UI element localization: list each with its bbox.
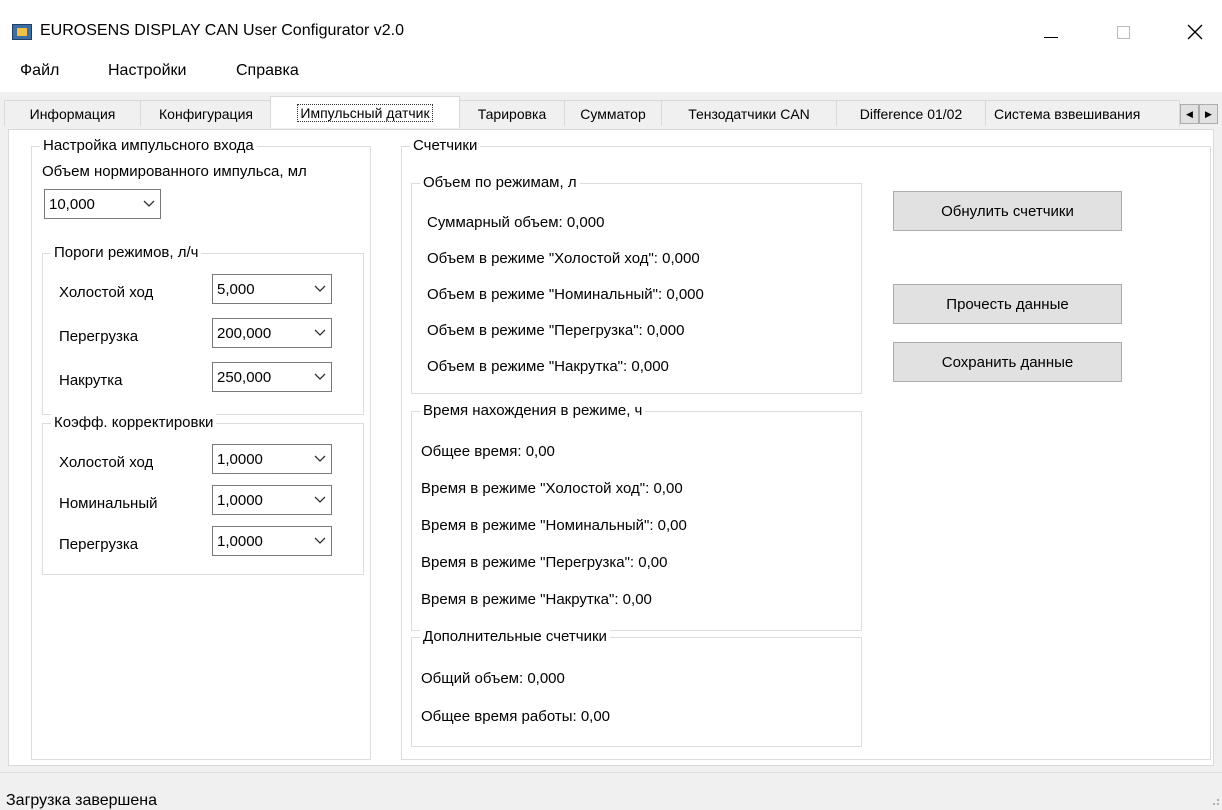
menu-settings[interactable]: Настройки [102,62,192,80]
tab-info[interactable]: Информация [4,100,141,126]
volume-group: Объем по режимам, л Суммарный объем: 0,0… [411,174,862,394]
time-line: Общее время: 0,00 [421,443,555,460]
minimize-button[interactable] [1028,12,1074,52]
group-legend: Настройка импульсного входа [40,137,257,154]
resize-grip-icon[interactable] [1208,794,1220,806]
tab-summator[interactable]: Сумматор [564,100,662,126]
group-legend: Коэфф. корректировки [51,414,217,431]
volume-line: Объем в режиме "Перегрузка": 0,000 [427,322,685,339]
combo-value: 1,0000 [217,491,263,509]
volume-line: Объем в режиме "Накрутка": 0,000 [427,358,669,375]
tab-configuration[interactable]: Конфигурация [140,100,272,126]
correction-label: Перегрузка [59,536,139,553]
volume-line: Объем в режиме "Номинальный": 0,000 [427,286,704,303]
correction-idle-combo[interactable]: 1,0000 [212,444,332,474]
chevron-down-icon [138,190,160,218]
extra-line: Общее время работы: 0,00 [421,708,611,725]
time-group: Время нахождения в режиме, ч Общее время… [411,402,862,631]
combo-value: 5,000 [217,280,255,298]
threshold-label: Накрутка [59,372,123,389]
tab-strip: Информация Конфигурация Импульсный датчи… [0,96,1222,130]
norm-volume-label: Объем нормированного импульса, мл [42,163,307,180]
combo-value: 250,000 [217,368,272,386]
tab-label: Информация [29,105,116,122]
correction-label: Холостой ход [59,454,154,471]
tab-label: Система взвешивания [994,105,1141,122]
tab-label: Тарировка [477,105,547,122]
combo-value: 10,000 [49,195,95,213]
tab-strain-gauges-can[interactable]: Тензодатчики CAN [661,100,837,126]
threshold-label: Перегрузка [59,328,139,345]
chevron-down-icon [309,486,331,514]
extra-line: Общий объем: 0,000 [421,670,565,687]
chevron-down-icon [309,527,331,555]
combo-value: 1,0000 [217,450,263,468]
thresholds-group: Пороги режимов, л/ч Холостой ход 5,000 П… [42,244,364,415]
tab-scroll-left-button[interactable]: ◀ [1180,104,1199,124]
time-line: Время в режиме "Перегрузка": 0,00 [421,554,668,571]
combo-value: 200,000 [217,324,272,342]
tab-weighing-system[interactable]: Система взвешивания [985,100,1180,126]
title-bar: EUROSENS DISPLAY CAN User Configurator v… [0,0,1222,56]
app-icon [12,24,32,40]
volume-line: Суммарный объем: 0,000 [427,214,605,231]
norm-volume-combo[interactable]: 10,000 [44,189,161,219]
maximize-icon [1116,25,1130,39]
correction-group: Коэфф. корректировки Холостой ход 1,0000… [42,414,364,575]
chevron-down-icon [309,445,331,473]
menu-bar: Файл Настройки Справка [0,56,1222,92]
combo-value: 1,0000 [217,532,263,550]
group-legend: Время нахождения в режиме, ч [420,402,646,419]
tab-scroll-arrows: ◀ ▶ [1180,104,1218,124]
chevron-down-icon [309,363,331,391]
close-button[interactable] [1172,12,1218,52]
tab-label: Импульсный датчик [297,103,433,122]
reset-counters-button[interactable]: Обнулить счетчики [893,191,1122,231]
group-legend: Пороги режимов, л/ч [51,244,202,261]
close-icon [1187,24,1203,40]
tab-label: Сумматор [580,105,646,122]
window-title: EUROSENS DISPLAY CAN User Configurator v… [40,22,404,39]
correction-nominal-combo[interactable]: 1,0000 [212,485,332,515]
tab-difference[interactable]: Difference 01/02 [836,100,986,126]
status-bar: Загрузка завершена [0,772,1222,809]
maximize-button[interactable] [1100,12,1146,52]
tab-pulse-sensor[interactable]: Импульсный датчик [270,96,460,128]
correction-overload-combo[interactable]: 1,0000 [212,526,332,556]
status-text: Загрузка завершена [6,792,157,809]
tab-label: Тензодатчики CAN [688,105,810,122]
tab-panel: Настройка импульсного входа Объем нормир… [8,129,1214,766]
tab-calibration[interactable]: Тарировка [459,100,565,126]
read-data-button[interactable]: Прочесть данные [893,284,1122,324]
group-legend: Счетчики [410,137,481,154]
tab-scroll-right-button[interactable]: ▶ [1199,104,1218,124]
arrow-left-icon: ◀ [1186,108,1193,119]
threshold-overload-combo[interactable]: 200,000 [212,318,332,348]
group-legend: Объем по режимам, л [420,174,580,191]
tab-label: Difference 01/02 [859,105,963,122]
pulse-input-group: Настройка импульсного входа Объем нормир… [31,137,371,760]
save-data-button[interactable]: Сохранить данные [893,342,1122,382]
tab-label: Конфигурация [159,105,253,122]
chevron-down-icon [309,319,331,347]
extra-counters-group: Дополнительные счетчики Общий объем: 0,0… [411,628,862,747]
arrow-right-icon: ▶ [1205,108,1212,119]
time-line: Время в режиме "Холостой ход": 0,00 [421,480,683,497]
threshold-label: Холостой ход [59,284,154,301]
menu-help[interactable]: Справка [230,62,305,80]
group-legend: Дополнительные счетчики [420,628,610,645]
time-line: Время в режиме "Номинальный": 0,00 [421,517,687,534]
counters-group: Счетчики Объем по режимам, л Суммарный о… [401,137,1211,760]
correction-label: Номинальный [59,495,158,512]
minimize-icon [1044,36,1058,38]
volume-line: Объем в режиме "Холостой ход": 0,000 [427,250,700,267]
chevron-down-icon [309,275,331,303]
time-line: Время в режиме "Накрутка": 0,00 [421,591,652,608]
menu-file[interactable]: Файл [14,62,65,80]
threshold-idle-combo[interactable]: 5,000 [212,274,332,304]
threshold-tamper-combo[interactable]: 250,000 [212,362,332,392]
